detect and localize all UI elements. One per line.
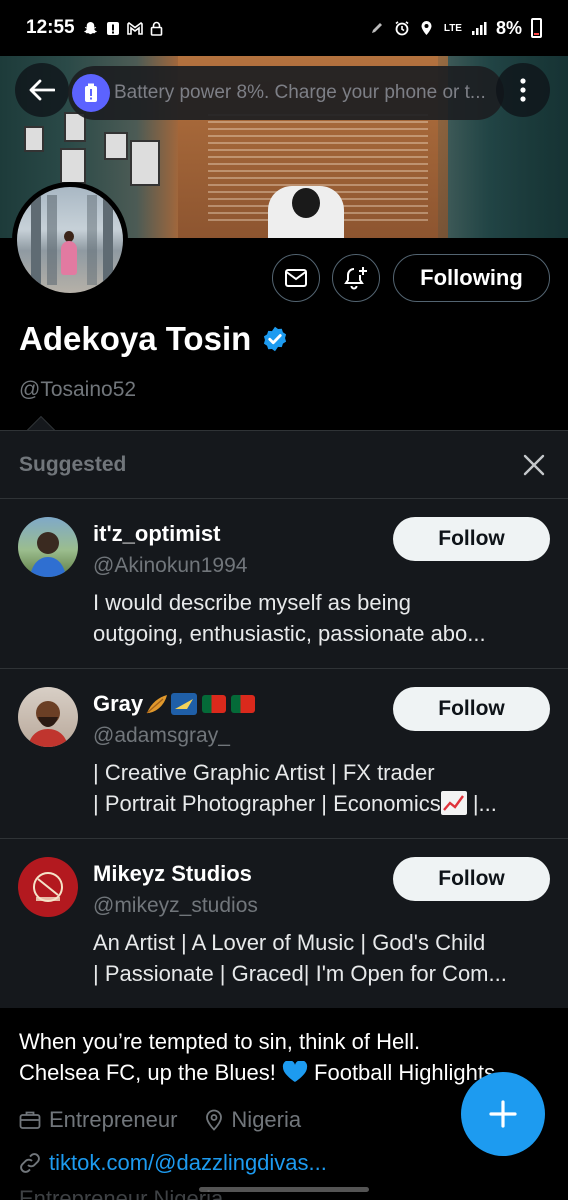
status-bar: 12:55 LTE 8%	[0, 0, 568, 56]
follow-button[interactable]: Follow	[393, 857, 550, 901]
duplicated-meta-row: Entrepreneur Nigeria	[19, 1186, 224, 1200]
alarm-icon	[394, 20, 410, 36]
briefcase-icon	[19, 1111, 41, 1129]
occupation: Entrepreneur	[49, 1107, 178, 1132]
suggested-user-name: it'z_optimist	[93, 521, 221, 546]
snapchat-icon	[83, 20, 99, 36]
suggested-user-handle: @adamsgray_	[93, 724, 230, 747]
bio-line: outgoing, enthusiastic, passionate abo..…	[93, 621, 486, 646]
bio-line-tail: |...	[466, 791, 497, 816]
bio-line: | Portrait Photographer | Economics |...	[93, 788, 549, 819]
lte-indicator: LTE	[443, 22, 462, 34]
link-icon	[20, 1153, 40, 1173]
back-button[interactable]	[15, 63, 69, 117]
chart-increasing-emoji-icon	[440, 791, 467, 815]
notifications-button[interactable]	[332, 254, 380, 302]
message-button[interactable]	[272, 254, 320, 302]
dismiss-suggested-button[interactable]	[519, 450, 549, 480]
follow-button[interactable]: Follow	[393, 687, 550, 731]
bio-line-tail: Football Highlights	[307, 1060, 496, 1085]
suggested-user[interactable]: Gray @adamsgray_ | Creative Graphic Arti…	[0, 669, 568, 839]
suggested-title: Suggested	[19, 452, 127, 476]
profile-avatar[interactable]	[12, 182, 128, 298]
signal-icon	[471, 20, 487, 36]
location-icon	[419, 20, 435, 36]
battery-alert-icon	[72, 74, 110, 112]
bio-line-text: Chelsea FC, up the Blues!	[19, 1060, 282, 1085]
battery-icon	[531, 18, 542, 38]
bio-line: An Artist | A Lover of Music | God's Chi…	[93, 930, 486, 955]
avatar[interactable]	[18, 687, 78, 747]
battery-toast[interactable]: Battery power 8%. Charge your phone or t…	[68, 66, 504, 120]
bio-line: | Passionate | Graced| I'm Open for Com.…	[93, 961, 507, 986]
verified-badge-icon	[264, 326, 287, 352]
more-options-button[interactable]	[496, 63, 550, 117]
avatar[interactable]	[18, 517, 78, 577]
more-vertical-icon	[520, 78, 526, 102]
suggested-user-name: Mikeyz Studios	[93, 861, 252, 886]
suggested-user[interactable]: Mikeyz Studios @mikeyz_studios An Artist…	[0, 839, 568, 1009]
leaf-emoji-icon	[146, 695, 168, 714]
arrow-left-icon	[29, 79, 55, 101]
status-time: 12:55	[26, 17, 75, 38]
avatar[interactable]	[18, 857, 78, 917]
profile-name: Adekoya Tosin	[19, 320, 252, 357]
fighter-jet-emoji-icon	[171, 693, 198, 715]
bell-plus-icon	[344, 267, 367, 290]
toast-text: Battery power 8%. Charge your phone or t…	[114, 82, 486, 103]
suggested-panel: Suggested it'z_optimist @Akinokun1994 I …	[0, 430, 568, 1008]
suggested-user-bio: I would describe myself as being outgoin…	[93, 587, 549, 649]
suggested-user-bio: | Creative Graphic Artist | FX trader | …	[93, 757, 549, 819]
mail-icon	[285, 269, 307, 287]
suggested-user-handle: @mikeyz_studios	[93, 894, 258, 917]
suggested-user[interactable]: it'z_optimist @Akinokun1994 I would desc…	[0, 499, 568, 669]
pencil-icon	[369, 20, 385, 36]
profile-name-row: Adekoya Tosin	[19, 320, 289, 358]
blue-heart-icon	[282, 1060, 308, 1082]
bio-line: When you’re tempted to sin, think of Hel…	[19, 1029, 421, 1054]
suggested-header: Suggested	[0, 431, 568, 499]
profile-handle: @Tosaino52	[19, 378, 137, 401]
suggested-user-handle: @Akinokun1994	[93, 554, 248, 577]
follow-button[interactable]: Follow	[393, 517, 550, 561]
plus-icon	[489, 1100, 517, 1128]
gmail-icon	[126, 20, 143, 36]
battery-percent: 8%	[495, 17, 522, 38]
profile-meta: Entrepreneur Nigeria	[19, 1107, 301, 1133]
compose-post-button[interactable]	[461, 1072, 545, 1156]
following-button[interactable]: Following	[393, 254, 550, 302]
portugal-flag-icon	[231, 695, 256, 713]
lock-icon	[149, 20, 165, 36]
profile-website-link[interactable]: tiktok.com/@dazzlingdivas...	[49, 1150, 327, 1176]
bio-line-text: | Portrait Photographer | Economics	[93, 791, 441, 816]
suggested-user-name: Gray	[93, 691, 144, 716]
bio-line: | Creative Graphic Artist | FX trader	[93, 760, 435, 785]
close-icon	[523, 454, 545, 475]
portugal-flag-icon	[202, 695, 227, 713]
bio-line: I would describe myself as being	[93, 590, 411, 615]
suggested-user-bio: An Artist | A Lover of Music | God's Chi…	[93, 927, 549, 989]
location-pin-icon	[206, 1109, 223, 1131]
profile-link-row: tiktok.com/@dazzlingdivas...	[19, 1150, 327, 1176]
location: Nigeria	[231, 1107, 302, 1132]
alert-icon	[105, 20, 121, 36]
home-indicator[interactable]	[199, 1187, 369, 1192]
